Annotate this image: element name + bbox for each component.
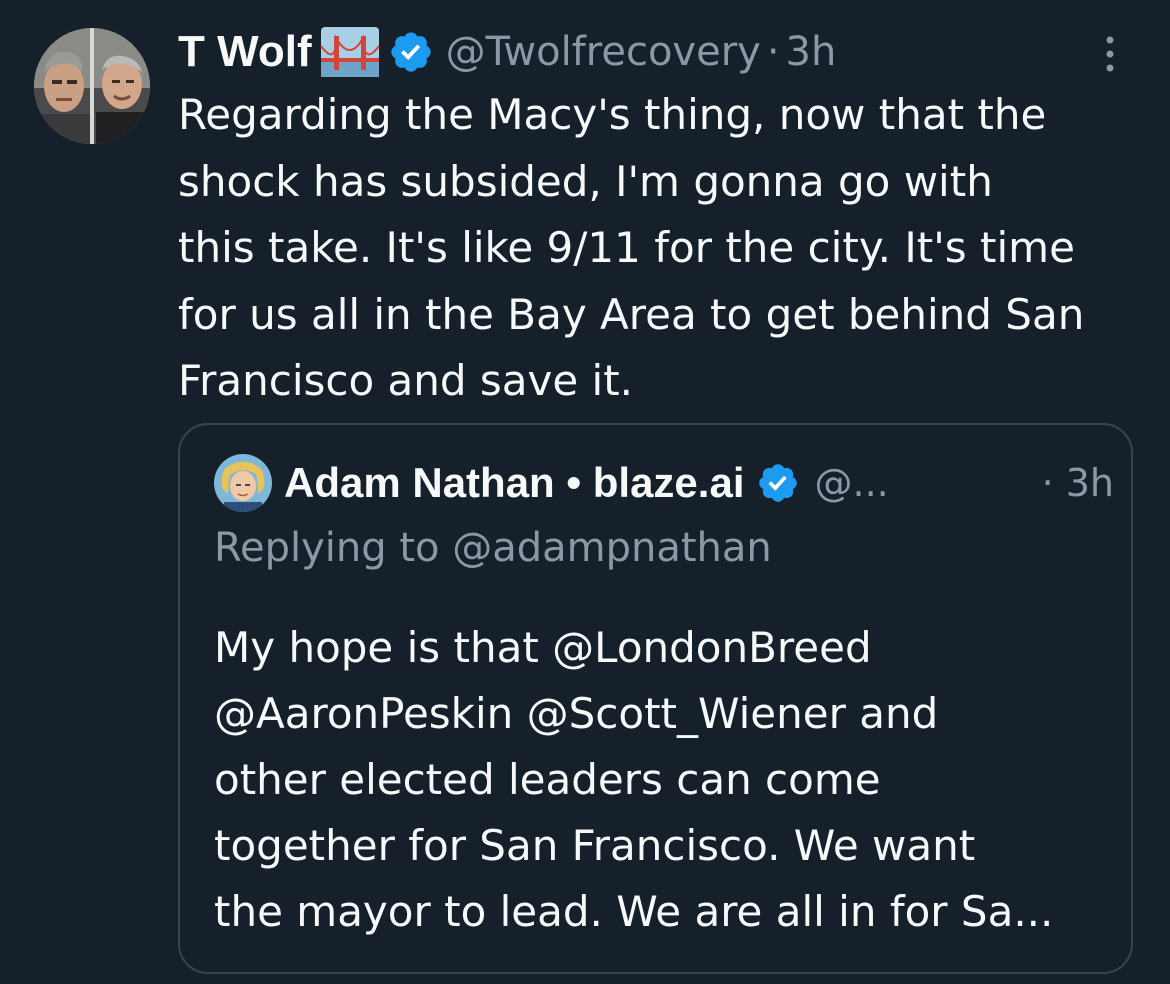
replying-to-label[interactable]: Replying to @adampnathan <box>214 525 772 571</box>
author-name[interactable]: T Wolf <box>178 27 312 77</box>
quoted-tweet-header: Adam Nathan • blaze.ai @... · 3h <box>284 453 1114 513</box>
more-options-icon[interactable] <box>1098 34 1122 74</box>
header-separator: · <box>766 29 780 75</box>
quoted-tweet-card[interactable]: Adam Nathan • blaze.ai @... · 3h Replyin… <box>178 423 1133 974</box>
quoted-tweet-timestamp[interactable]: · 3h <box>1042 461 1114 505</box>
tweet-header: T Wolf @Twolfrecovery · 3h <box>178 22 836 82</box>
quoted-author-name[interactable]: Adam Nathan • blaze.ai <box>284 459 744 507</box>
verified-badge-icon <box>756 461 800 505</box>
golden-gate-bridge-icon <box>319 26 380 78</box>
author-handle[interactable]: @Twolfrecovery <box>446 29 761 75</box>
quoted-tweet-text: My hope is that @LondonBreed @AaronPeski… <box>214 623 1054 936</box>
tweet-text: Regarding the Macy's thing, now that the… <box>178 90 1085 405</box>
tweet-timestamp[interactable]: 3h <box>786 29 837 75</box>
quoted-author-avatar[interactable] <box>214 454 272 512</box>
verified-badge-icon <box>388 29 434 75</box>
quoted-author-handle[interactable]: @... <box>814 461 888 505</box>
author-avatar[interactable] <box>34 28 150 144</box>
